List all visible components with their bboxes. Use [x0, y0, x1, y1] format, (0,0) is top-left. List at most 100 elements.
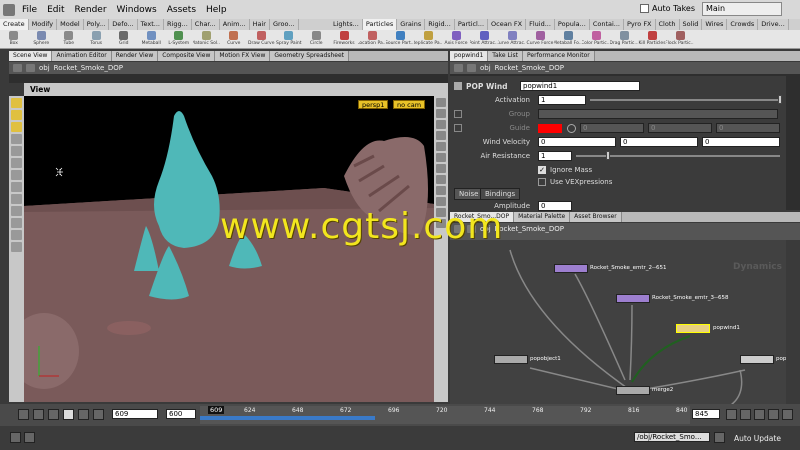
particles-tool-button[interactable]: Color Partic... — [582, 30, 610, 48]
network-pane-tab[interactable]: Asset Browser — [570, 212, 622, 222]
back-arrow-icon[interactable] — [13, 64, 22, 72]
color-picker-icon[interactable] — [567, 123, 576, 133]
shelf-left-tab[interactable]: Anim... — [220, 19, 250, 30]
shelf-right-tab[interactable]: Cloth — [656, 19, 680, 30]
particles-tool-button[interactable]: Drag Partic... — [610, 30, 638, 48]
particles-tool-button[interactable]: Metaball Fo... — [554, 30, 582, 48]
brush-tool-icon[interactable] — [11, 170, 22, 180]
wind-velocity-z[interactable]: 0 — [702, 137, 780, 147]
left-pane-tab[interactable]: Geometry Spreadsheet — [270, 51, 349, 61]
param-forward-icon[interactable] — [467, 64, 476, 72]
stop-icon[interactable] — [63, 409, 74, 420]
shelf-right-tab[interactable]: Particles — [362, 19, 398, 30]
keys-icon[interactable] — [10, 432, 21, 443]
scene-viewport[interactable] — [24, 96, 434, 402]
play-reverse-icon[interactable] — [48, 409, 59, 420]
param-pane-tab[interactable]: Performance Monitor — [523, 51, 595, 61]
activation-slider[interactable] — [590, 99, 780, 101]
shelf-right-tab[interactable]: Wires — [702, 19, 728, 30]
param-pane-tab[interactable]: popwind1 — [450, 51, 489, 61]
left-pane-tab[interactable]: Render View — [111, 51, 159, 61]
wireframe-icon[interactable] — [436, 109, 446, 118]
grid-tool-icon[interactable] — [11, 206, 22, 216]
network-view[interactable]: Dynamics Rocket_Smoke_emtr_2--651 Rocket… — [450, 240, 786, 406]
status-path[interactable]: /obj/Rocket_Smo... — [634, 432, 710, 442]
create-tool-button[interactable]: Grid — [110, 30, 138, 48]
start-frame-field[interactable]: 600 — [166, 409, 196, 419]
merge2-node[interactable] — [616, 386, 650, 395]
param-path-obj[interactable]: obj — [480, 64, 491, 72]
create-tool-button[interactable]: Draw Curve — [248, 30, 276, 48]
end-frame-field[interactable]: 845 — [692, 409, 720, 419]
camera-icon[interactable] — [436, 186, 446, 195]
popinteract-node[interactable] — [740, 355, 774, 364]
network-pane-tab[interactable]: Material Palette — [514, 212, 571, 222]
use-vex-checkbox[interactable] — [538, 178, 546, 186]
emitter2-node[interactable] — [554, 264, 588, 273]
create-tool-button[interactable]: Platonic Sol... — [193, 30, 220, 48]
lighting-icon[interactable] — [436, 164, 446, 173]
play-start-icon[interactable] — [18, 409, 29, 420]
play-end-icon[interactable] — [93, 409, 104, 420]
create-tool-button[interactable]: Spray Paint — [275, 30, 303, 48]
guide-g-field[interactable]: 0 — [648, 123, 712, 133]
popobject1-node[interactable] — [494, 355, 528, 364]
popwind1-node[interactable] — [676, 324, 710, 333]
shelf-right-tab[interactable]: Contai... — [590, 19, 624, 30]
shelf-right-tab[interactable]: Rigid... — [425, 19, 455, 30]
menu-file[interactable]: File — [17, 5, 42, 15]
shelf-right-tab[interactable]: Lights... — [330, 19, 363, 30]
path-obj[interactable]: obj — [39, 64, 50, 72]
create-tool-button[interactable]: Box — [0, 30, 28, 48]
shelf-right-tab[interactable]: Particl... — [455, 19, 489, 30]
particles-tool-button[interactable]: Fireworks — [330, 30, 358, 48]
normals-icon[interactable] — [436, 153, 446, 162]
pose-tool-icon[interactable] — [11, 158, 22, 168]
view-tool-icon[interactable] — [11, 182, 22, 192]
realtime-icon[interactable] — [726, 409, 737, 420]
net-path-node[interactable]: Rocket_Smoke_DOP — [495, 225, 564, 233]
shelf-right-tab[interactable]: Fluid... — [526, 19, 555, 30]
ghost-icon[interactable] — [436, 131, 446, 140]
left-pane-tab[interactable]: Animation Editor — [52, 51, 112, 61]
snap-tool-icon[interactable] — [11, 194, 22, 204]
keyframe-icon[interactable] — [754, 409, 765, 420]
shelf-left-tab[interactable]: Rigg... — [164, 19, 192, 30]
shelf-right-tab[interactable]: Ocean FX — [488, 19, 527, 30]
channels-icon[interactable] — [24, 432, 35, 443]
scale-tool-icon[interactable] — [11, 134, 22, 144]
grid-icon[interactable] — [436, 197, 446, 206]
activation-knob[interactable] — [778, 95, 782, 104]
left-pane-tab[interactable]: Motion FX View — [215, 51, 271, 61]
particles-tool-button[interactable]: Kill Particles — [638, 30, 666, 48]
shadow-icon[interactable] — [436, 175, 446, 184]
param-path-node[interactable]: Rocket_Smoke_DOP — [495, 64, 564, 72]
shelf-right-tab[interactable]: Crowds — [727, 19, 759, 30]
audio-icon[interactable] — [740, 409, 751, 420]
menu-assets[interactable]: Assets — [162, 5, 201, 15]
activation-field[interactable]: 1 — [538, 95, 586, 105]
tab-noise[interactable]: Noise — [454, 188, 484, 200]
group-field[interactable] — [538, 109, 778, 119]
create-tool-button[interactable]: Curve — [220, 30, 248, 48]
shelf-left-tab[interactable]: Hair — [250, 19, 270, 30]
menu-windows[interactable]: Windows — [112, 5, 162, 15]
shelf-left-tab[interactable]: Text... — [138, 19, 164, 30]
shelf-left-tab[interactable]: Defo... — [109, 19, 138, 30]
wind-velocity-y[interactable]: 0 — [620, 137, 698, 147]
play-icon[interactable] — [78, 409, 89, 420]
display-option-icon[interactable] — [436, 98, 446, 107]
create-tool-button[interactable]: Tube — [55, 30, 83, 48]
render-tool-icon[interactable] — [11, 218, 22, 228]
handle-tool-icon[interactable] — [11, 146, 22, 156]
path-node[interactable]: Rocket_Smoke_DOP — [54, 64, 123, 72]
camera-tool-icon[interactable] — [11, 230, 22, 240]
particles-tool-button[interactable]: Curve Attrac... — [498, 30, 526, 48]
guide-r-field[interactable]: 0 — [580, 123, 644, 133]
param-back-icon[interactable] — [454, 64, 463, 72]
timeline-scrubber[interactable]: 609 624 648 672 696 720 744 768 792 816 … — [200, 406, 690, 424]
points-icon[interactable] — [436, 142, 446, 151]
param-pane-tab[interactable]: Take List — [488, 51, 523, 61]
create-tool-button[interactable]: L-System — [165, 30, 193, 48]
particles-tool-button[interactable]: Location Pa... — [358, 30, 386, 48]
